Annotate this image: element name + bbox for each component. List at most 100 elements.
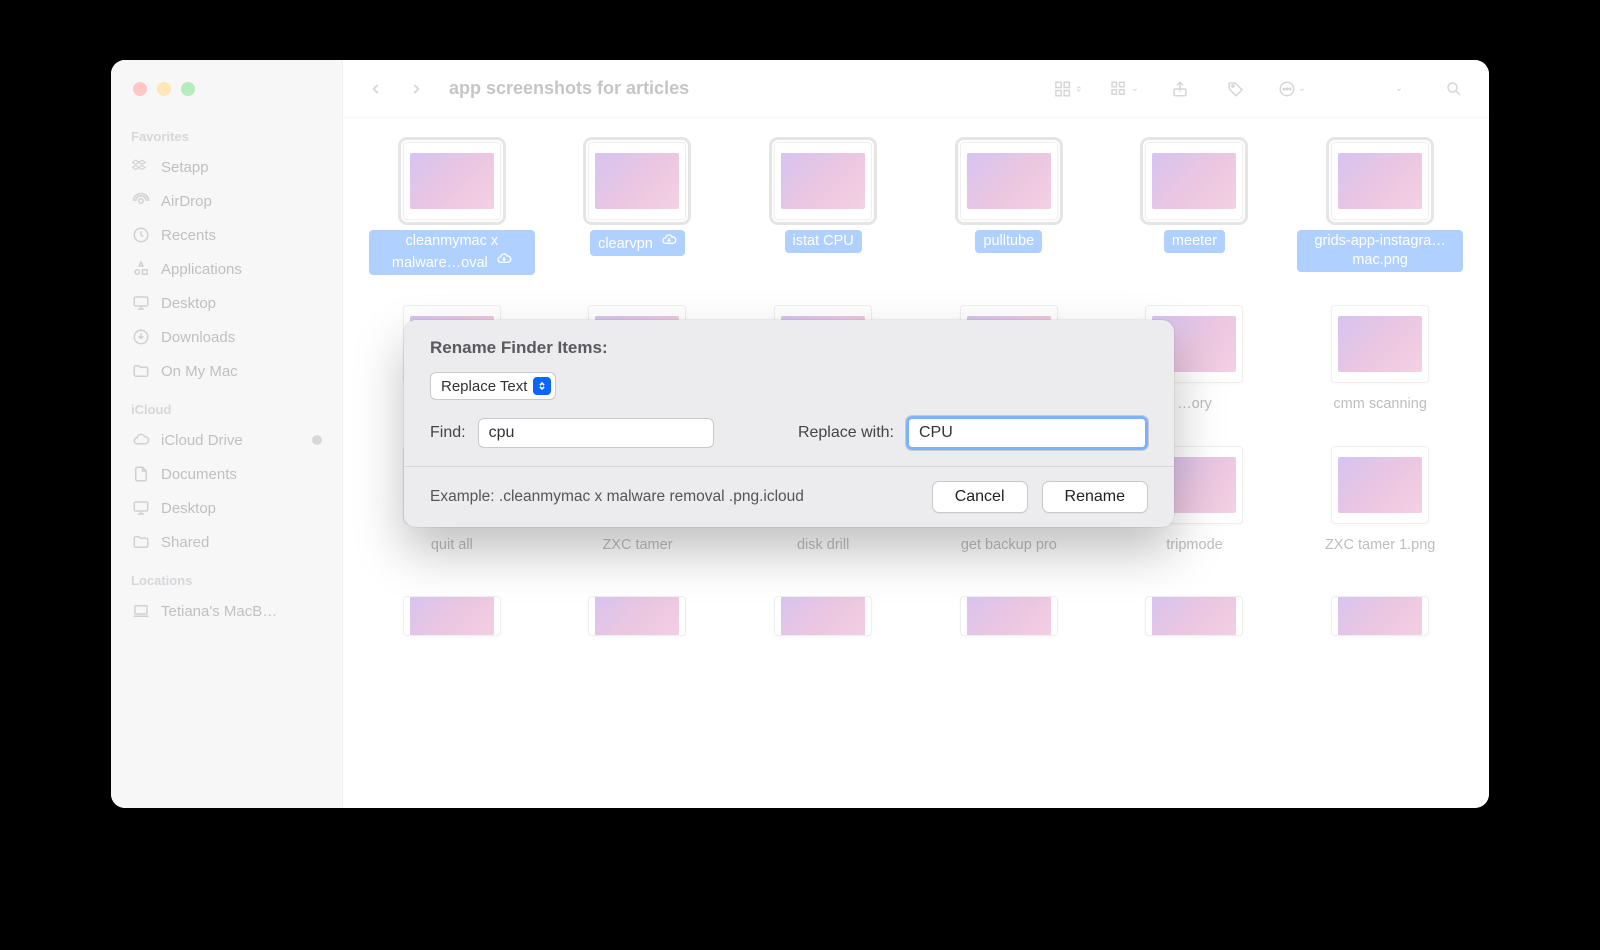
clock-icon [131, 225, 151, 245]
sidebar-item-label: Tetiana's MacB… [161, 603, 277, 620]
file-thumbnail[interactable] [1331, 142, 1429, 220]
select-caret-icon [533, 377, 551, 395]
file-item[interactable] [926, 586, 1092, 636]
file-label[interactable]: ZXC tamer 1.png [1317, 534, 1443, 557]
cloud-download-icon [496, 251, 512, 267]
file-item[interactable]: meeter [1112, 142, 1278, 275]
file-item[interactable]: istat CPU [740, 142, 906, 275]
replace-input[interactable] [906, 416, 1148, 450]
sidebar-item-label: Documents [161, 466, 237, 483]
file-label[interactable]: grids-app-instagra…mac.png [1297, 230, 1463, 272]
file-item[interactable] [369, 586, 535, 636]
file-item[interactable] [740, 586, 906, 636]
chevron-down-icon: ⌄ [1298, 83, 1306, 94]
file-item[interactable]: pulltube [926, 142, 1092, 275]
file-label[interactable]: disk drill [789, 534, 857, 557]
file-thumbnail[interactable] [403, 596, 501, 636]
sidebar-item-desktop[interactable]: Desktop [121, 286, 332, 320]
file-label[interactable]: …ory [1169, 393, 1220, 416]
sidebar-item-label: AirDrop [161, 193, 212, 210]
file-thumbnail[interactable] [1145, 596, 1243, 636]
file-thumbnail[interactable] [774, 596, 872, 636]
sidebar-section-favorites: Favorites [121, 115, 332, 150]
file-item[interactable] [555, 586, 721, 636]
file-label[interactable]: get backup pro [953, 534, 1065, 557]
sidebar-item-this-mac[interactable]: Tetiana's MacB… [121, 594, 332, 628]
file-thumbnail[interactable] [1145, 142, 1243, 220]
file-thumbnail[interactable] [960, 142, 1058, 220]
file-item[interactable]: ZXC tamer 1.png [1297, 446, 1463, 557]
sidebar-item-airdrop[interactable]: AirDrop [121, 184, 332, 218]
share-button[interactable] [1165, 76, 1195, 102]
cancel-button[interactable]: Cancel [932, 481, 1028, 513]
file-item[interactable] [1112, 586, 1278, 636]
find-input[interactable] [478, 418, 714, 448]
file-thumbnail[interactable] [774, 142, 872, 220]
toolbar: app screenshots for articles ⌄ [343, 60, 1489, 118]
sidebar-item-on-my-mac[interactable]: On My Mac [121, 354, 332, 388]
sidebar-item-label: iCloud Drive [161, 432, 243, 449]
sidebar-item-documents[interactable]: Documents [121, 457, 332, 491]
sidebar: Favorites Setapp AirDrop Recents Applica… [111, 60, 343, 808]
file-thumbnail[interactable] [1331, 596, 1429, 636]
minimize-window-button[interactable] [157, 82, 171, 96]
file-label[interactable]: cleanmymac x malware…oval [369, 230, 535, 275]
file-item[interactable] [1297, 586, 1463, 636]
rename-mode-select[interactable]: Replace Text [430, 372, 556, 400]
sidebar-item-label: Setapp [161, 159, 209, 176]
view-mode-button[interactable] [1053, 76, 1083, 102]
desktop-icon [131, 498, 151, 518]
cloud-icon [131, 430, 151, 450]
sidebar-item-setapp[interactable]: Setapp [121, 150, 332, 184]
close-window-button[interactable] [133, 82, 147, 96]
file-item[interactable]: grids-app-instagra…mac.png [1297, 142, 1463, 275]
file-item[interactable]: cleanmymac x malware…oval [369, 142, 535, 275]
file-label[interactable]: quit all [423, 534, 481, 557]
sidebar-item-icloud-desktop[interactable]: Desktop [121, 491, 332, 525]
search-button[interactable] [1439, 76, 1469, 102]
sidebar-item-downloads[interactable]: Downloads [121, 320, 332, 354]
sidebar-item-label: On My Mac [161, 363, 238, 380]
desktop-icon [131, 293, 151, 313]
replace-label: Replace with: [798, 424, 894, 442]
finder-window: Favorites Setapp AirDrop Recents Applica… [111, 60, 1489, 808]
file-thumbnail[interactable] [1331, 305, 1429, 383]
file-label[interactable]: meeter [1164, 230, 1225, 253]
file-label[interactable]: istat CPU [785, 230, 862, 253]
sync-status-dot [312, 435, 322, 445]
chevron-down-icon: ⌄ [1395, 83, 1403, 94]
document-icon [131, 464, 151, 484]
action-menu-button[interactable]: ⌄ [1277, 76, 1307, 102]
sidebar-item-icloud-drive[interactable]: iCloud Drive [121, 423, 332, 457]
fullscreen-window-button[interactable] [181, 82, 195, 96]
rename-button[interactable]: Rename [1042, 481, 1148, 513]
sidebar-toggle-button[interactable]: ⌄ [1383, 76, 1413, 102]
file-item[interactable]: cmm scanning [1297, 305, 1463, 416]
forward-button[interactable] [403, 76, 429, 102]
file-label[interactable]: pulltube [975, 230, 1042, 253]
group-by-button[interactable]: ⌄ [1109, 76, 1139, 102]
file-label[interactable]: ZXC tamer [594, 534, 680, 557]
file-label[interactable]: clearvpn [590, 230, 685, 256]
file-thumbnail[interactable] [403, 142, 501, 220]
back-button[interactable] [363, 76, 389, 102]
file-label[interactable]: cmm scanning [1325, 393, 1434, 416]
sidebar-item-label: Recents [161, 227, 216, 244]
download-icon [131, 327, 151, 347]
file-item[interactable]: clearvpn [555, 142, 721, 275]
sidebar-item-applications[interactable]: Applications [121, 252, 332, 286]
sidebar-item-recents[interactable]: Recents [121, 218, 332, 252]
sidebar-item-shared[interactable]: Shared [121, 525, 332, 559]
file-thumbnail[interactable] [1331, 446, 1429, 524]
sidebar-item-label: Applications [161, 261, 242, 278]
apps-icon [131, 259, 151, 279]
file-thumbnail[interactable] [588, 142, 686, 220]
file-thumbnail[interactable] [960, 596, 1058, 636]
sidebar-section-icloud: iCloud [121, 388, 332, 423]
tags-button[interactable] [1221, 76, 1251, 102]
sidebar-item-label: Shared [161, 534, 209, 551]
cloud-download-icon [661, 232, 677, 248]
file-label[interactable]: tripmode [1158, 534, 1230, 557]
rename-dialog: Rename Finder Items: Replace Text Find: … [404, 320, 1174, 527]
file-thumbnail[interactable] [588, 596, 686, 636]
